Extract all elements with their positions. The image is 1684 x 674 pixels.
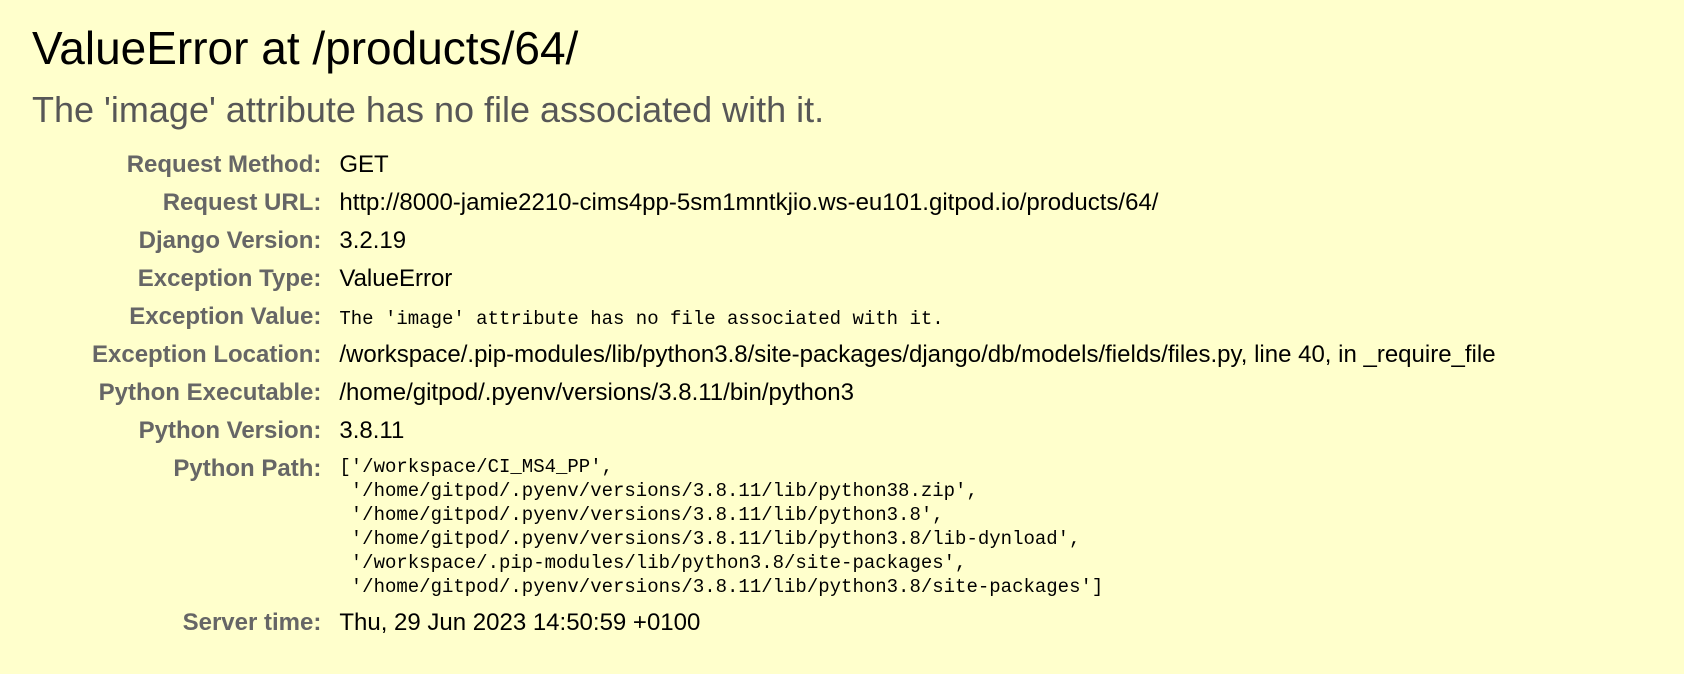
meta-row-python-path: Python Path: ['/workspace/CI_MS4_PP', '/… <box>92 450 1496 604</box>
meta-label: Request Method: <box>126 151 322 178</box>
meta-label: Exception Location: <box>92 341 322 368</box>
meta-value: 3.8.11 <box>339 417 405 444</box>
python-path-entry: '/home/gitpod/.pyenv/versions/3.8.11/lib… <box>339 504 944 526</box>
exception-value-text: The 'image' attribute has no file associ… <box>339 308 944 330</box>
meta-label: Python Path: <box>173 455 322 482</box>
page-title: ValueError at /products/64/ <box>32 22 579 74</box>
meta-label: Python Executable: <box>98 379 322 406</box>
meta-value: GET <box>339 151 389 178</box>
error-summary: ValueError at /products/64/ The 'image' … <box>0 0 1684 642</box>
meta-value: http://8000-jamie2210-cims4pp-5sm1mntkji… <box>339 189 1159 216</box>
python-path-entry: '/workspace/.pip-modules/lib/python3.8/s… <box>339 552 967 574</box>
meta-row-exception-type: Exception Type: ValueError <box>92 260 1496 298</box>
meta-row-django-version: Django Version: 3.2.19 <box>92 222 1496 260</box>
meta-value: /home/gitpod/.pyenv/versions/3.8.11/bin/… <box>339 379 854 406</box>
meta-row-exception-value: Exception Value: The 'image' attribute h… <box>92 298 1496 336</box>
meta-label: Server time: <box>182 609 322 636</box>
meta-value: /workspace/.pip-modules/lib/python3.8/si… <box>339 341 1496 368</box>
meta-row-request-url: Request URL: http://8000-jamie2210-cims4… <box>92 184 1496 222</box>
meta-label: Exception Value: <box>129 303 322 330</box>
python-path-entry: ['/workspace/CI_MS4_PP', <box>339 456 614 478</box>
meta-row-server-time: Server time: Thu, 29 Jun 2023 14:50:59 +… <box>92 604 1496 642</box>
meta-row-exception-location: Exception Location: /workspace/.pip-modu… <box>92 336 1496 374</box>
meta-label: Request URL: <box>162 189 322 216</box>
meta-value: ['/workspace/CI_MS4_PP', '/home/gitpod/.… <box>339 450 1495 604</box>
meta-value: ValueError <box>339 265 453 292</box>
python-path-entry: '/home/gitpod/.pyenv/versions/3.8.11/lib… <box>339 528 1081 550</box>
meta-label: Python Version: <box>138 417 322 444</box>
meta-row-request-method: Request Method: GET <box>92 146 1496 184</box>
python-path-list: ['/workspace/CI_MS4_PP', '/home/gitpod/.… <box>339 455 1495 599</box>
meta-row-python-executable: Python Executable: /home/gitpod/.pyenv/v… <box>92 374 1496 412</box>
meta-value: 3.2.19 <box>339 227 407 254</box>
meta-value: Thu, 29 Jun 2023 14:50:59 +0100 <box>339 609 701 636</box>
python-path-entry: '/home/gitpod/.pyenv/versions/3.8.11/lib… <box>339 480 978 502</box>
exception-message: The 'image' attribute has no file associ… <box>32 89 825 130</box>
python-path-entry: '/home/gitpod/.pyenv/versions/3.8.11/lib… <box>339 576 1104 598</box>
meta-value: The 'image' attribute has no file associ… <box>339 298 1495 336</box>
meta-row-python-version: Python Version: 3.8.11 <box>92 412 1496 450</box>
meta-label: Exception Type: <box>137 265 322 292</box>
meta-label: Django Version: <box>138 227 322 254</box>
request-meta-table: Request Method: GET Request URL: http://… <box>92 146 1496 642</box>
